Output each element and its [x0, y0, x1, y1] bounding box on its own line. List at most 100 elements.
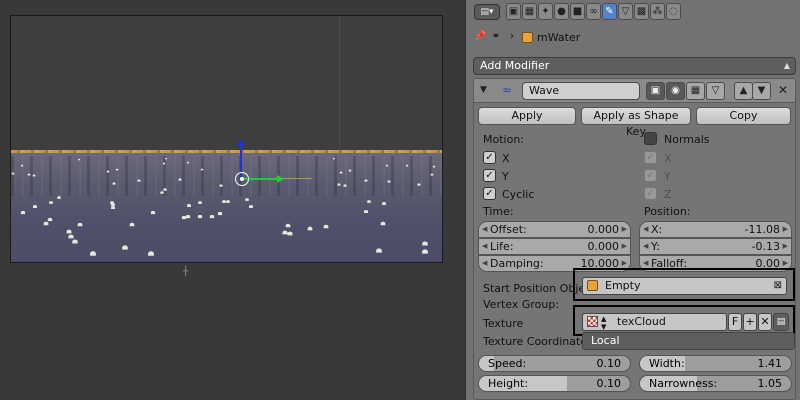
move-down-icon[interactable]: ▼: [752, 82, 771, 100]
water-sparkle: [405, 164, 408, 167]
speed-value: 0.10: [596, 357, 622, 370]
motion-x-checkbox[interactable]: ✓: [483, 151, 496, 164]
render-layers-icon[interactable]: ▦: [522, 3, 537, 20]
modifiers-icon[interactable]: ✎: [602, 3, 617, 20]
data-icon[interactable]: ▽: [618, 3, 633, 20]
decrement-arrow-icon[interactable]: ◀: [643, 222, 648, 237]
water-sparkle: [218, 184, 223, 187]
wave-icon: ≈: [502, 83, 513, 97]
texture-coordinates-label: Texture Coordinates:: [483, 335, 597, 348]
water-sparkle: [49, 201, 54, 204]
pin-icon[interactable]: 📌: [474, 31, 486, 43]
copy-button[interactable]: Copy: [696, 107, 791, 125]
editmode-toggle-icon[interactable]: ▦: [686, 82, 705, 100]
increment-arrow-icon[interactable]: ▶: [783, 239, 788, 254]
modifier-name-field[interactable]: Wave: [522, 82, 640, 100]
increment-arrow-icon[interactable]: ▶: [783, 222, 788, 237]
normals-z-checkbox: ✓: [644, 187, 657, 200]
decrement-arrow-icon[interactable]: ◀: [482, 222, 487, 237]
normals-checkbox[interactable]: [644, 132, 657, 145]
render-icon[interactable]: ▣: [506, 3, 521, 20]
water-sparkle: [367, 199, 372, 203]
constraints-icon[interactable]: ∞: [586, 3, 601, 20]
water-sparkle: [210, 214, 215, 218]
camera-frame: [10, 15, 443, 263]
object-icon[interactable]: ■: [570, 3, 585, 20]
texture-label: Texture: [483, 317, 524, 330]
editor-type-button[interactable]: ▤▾: [474, 4, 500, 20]
position-label: Position:: [644, 205, 691, 218]
scene-icon[interactable]: ✦: [538, 3, 553, 20]
motion-label: Motion:: [483, 133, 524, 146]
water-horizon: [11, 150, 442, 153]
offset-field[interactable]: ◀ Offset: 0.000 ▶: [478, 221, 631, 238]
water-sparkle: [164, 157, 167, 159]
life-label: Life:: [490, 240, 514, 253]
texture-icon[interactable]: ▩: [634, 3, 649, 20]
position-x-value: -11.08: [744, 223, 780, 236]
position-y-label: Y:: [651, 240, 660, 253]
decrement-arrow-icon[interactable]: ◀: [643, 239, 648, 254]
remove-modifier-icon[interactable]: ✕: [778, 83, 788, 97]
position-x-field[interactable]: ◀ X: -11.08 ▶: [639, 221, 792, 238]
modifier-header: ▼ ≈ Wave ▣ ◉ ▦ ▽ ▲ ▼ ✕: [474, 79, 795, 103]
water-sparkle: [160, 191, 164, 194]
increment-arrow-icon[interactable]: ▶: [622, 239, 627, 254]
normals-x-label: X: [664, 152, 672, 165]
water-sparkle: [47, 218, 52, 222]
apply-button[interactable]: Apply: [478, 107, 576, 125]
motion-x-label: X: [502, 152, 510, 165]
cyclic-label: Cyclic: [502, 188, 535, 201]
decrement-arrow-icon[interactable]: ◀: [482, 256, 487, 271]
narrowness-slider[interactable]: Narrowness: 1.05: [639, 375, 792, 392]
3d-viewport[interactable]: ┼: [0, 0, 464, 400]
speed-slider[interactable]: Speed: 0.10: [478, 355, 631, 372]
water-sparkle: [32, 174, 36, 177]
water-sparkle: [122, 245, 129, 250]
normals-z-label: Z: [664, 188, 672, 201]
move-up-icon[interactable]: ▲: [734, 82, 753, 100]
texture-coordinates-dropdown[interactable]: Local: [582, 332, 795, 350]
water-sparkle: [285, 223, 291, 228]
water-sparkle: [198, 214, 203, 218]
water-sparkle: [137, 179, 141, 182]
chevron-right-icon: ›: [510, 31, 514, 42]
water-sparkle: [363, 209, 369, 213]
texture-coordinates-value: Local: [591, 334, 620, 347]
water-sparkle: [375, 248, 382, 253]
width-label: Width:: [649, 357, 685, 370]
physics-icon[interactable]: ◌: [666, 3, 681, 20]
water-sparkle: [249, 205, 254, 209]
viewport-eye-icon[interactable]: ◉: [666, 82, 685, 100]
water-sparkle: [245, 198, 249, 201]
collapse-triangle-icon[interactable]: ▼: [480, 85, 487, 95]
world-icon[interactable]: ●: [554, 3, 569, 20]
cyclic-checkbox[interactable]: ✓: [483, 187, 496, 200]
motion-y-checkbox[interactable]: ✓: [483, 169, 496, 182]
increment-arrow-icon[interactable]: ▶: [622, 222, 627, 237]
narrowness-value: 1.05: [757, 377, 783, 390]
add-modifier-dropdown[interactable]: Add Modifier ▲▼: [473, 57, 796, 86]
damping-label: Damping:: [490, 257, 544, 270]
water-ripples: [11, 156, 442, 196]
apply-as-shape-key-button[interactable]: Apply as Shape Key: [581, 107, 691, 138]
decrement-arrow-icon[interactable]: ◀: [482, 239, 487, 254]
water-sparkle: [20, 164, 24, 167]
width-slider[interactable]: Width: 1.41: [639, 355, 792, 372]
water-sparkle: [187, 203, 192, 207]
object-name: mWater: [537, 30, 581, 44]
water-sparkle: [282, 230, 288, 235]
particles-icon[interactable]: ⁂: [650, 3, 665, 20]
water-sparkle: [187, 161, 190, 164]
time-label: Time:: [483, 205, 514, 218]
water-sparkle: [148, 250, 155, 256]
motion-y-label: Y: [502, 170, 509, 183]
offset-value: 0.000: [587, 223, 620, 236]
life-field[interactable]: ◀ Life: 0.000 ▶: [478, 238, 631, 255]
cage-toggle-icon[interactable]: ▽: [706, 82, 725, 100]
height-slider[interactable]: Height: 0.10: [478, 375, 631, 392]
water-sparkle: [77, 222, 83, 227]
render-toggle-icon[interactable]: ▣: [646, 82, 665, 100]
position-y-field[interactable]: ◀ Y: -0.13 ▶: [639, 238, 792, 255]
water-sparkle: [106, 170, 110, 173]
